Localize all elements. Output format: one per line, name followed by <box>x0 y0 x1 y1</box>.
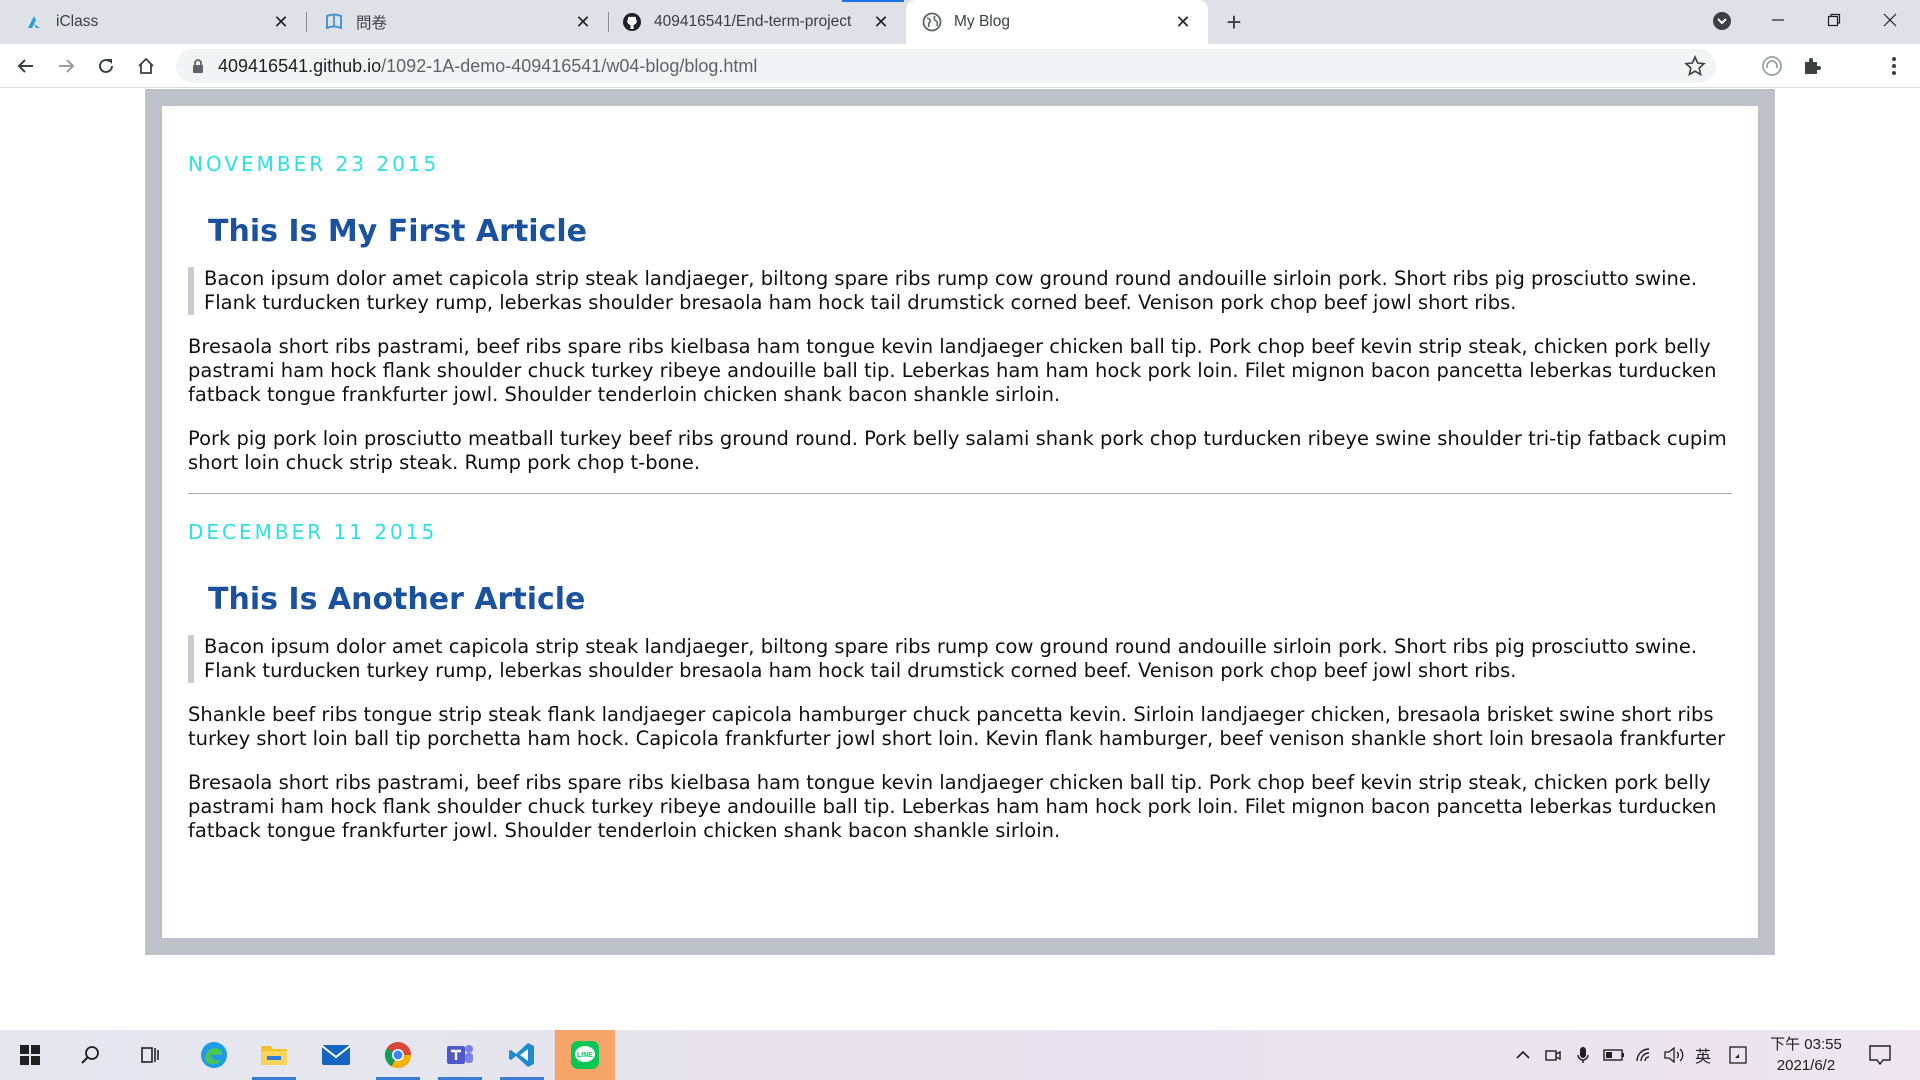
tab-loading-indicator <box>842 0 904 2</box>
home-icon[interactable] <box>132 52 160 80</box>
system-clock[interactable]: 下午 03:55 2021/6/2 <box>1760 1034 1852 1076</box>
article-paragraph: Bresaola short ribs pastrami, beef ribs … <box>188 335 1717 406</box>
close-window-icon[interactable] <box>1862 0 1918 40</box>
address-bar[interactable]: 409416541.github.io/1092-1A-demo-4094165… <box>176 49 1716 83</box>
bookmark-star-icon[interactable] <box>1684 54 1706 77</box>
new-tab-button[interactable]: + <box>1220 7 1248 37</box>
article-title: This Is My First Article <box>208 214 587 249</box>
windows-start-icon[interactable] <box>0 1030 60 1080</box>
clock-date: 2021/6/2 <box>1776 1057 1836 1074</box>
article-quote: Bacon ipsum dolor amet capicola strip st… <box>188 635 1732 683</box>
blog-content: November 23 2015 This Is My First Articl… <box>162 106 1758 938</box>
article-paragraph: Pork pig pork loin prosciutto meatball t… <box>188 427 1727 474</box>
article-title: This Is Another Article <box>208 582 586 617</box>
extensions-puzzle-icon[interactable] <box>1800 54 1824 78</box>
restore-icon[interactable] <box>1806 0 1862 40</box>
notification-center-icon[interactable] <box>1862 1030 1898 1080</box>
article-paragraph: Shankle beef ribs tongue strip steak fla… <box>188 703 1726 750</box>
back-icon[interactable] <box>12 52 40 80</box>
github-icon <box>622 12 642 32</box>
close-icon[interactable]: ✕ <box>1172 11 1194 33</box>
tab-title: 問卷 <box>356 15 388 32</box>
article-date: November 23 2015 <box>188 152 440 176</box>
close-icon[interactable]: ✕ <box>270 11 292 33</box>
tab-title: My Blog <box>954 13 1010 30</box>
tab-survey[interactable]: 問卷 ✕ <box>306 0 608 44</box>
iclass-icon <box>24 12 44 32</box>
reload-icon[interactable] <box>92 52 120 80</box>
article-paragraph: Bresaola short ribs pastrami, beef ribs … <box>188 771 1717 842</box>
lock-icon[interactable] <box>190 58 206 74</box>
close-icon[interactable]: ✕ <box>572 11 594 33</box>
blog-container: November 23 2015 This Is My First Articl… <box>145 89 1775 955</box>
clock-time: 下午 03:55 <box>1770 1036 1842 1053</box>
mail-icon[interactable] <box>306 1030 366 1080</box>
article: November 23 2015 This Is My First Articl… <box>188 106 1732 475</box>
line-icon[interactable]: LINE <box>555 1030 615 1080</box>
survey-icon <box>324 12 344 32</box>
file-explorer-icon[interactable] <box>244 1030 304 1080</box>
tab-title: 409416541/End-term-project <box>654 13 852 30</box>
tab-my-blog[interactable]: My Blog ✕ <box>906 0 1208 44</box>
url-text[interactable]: 409416541.github.io/1092-1A-demo-4094165… <box>218 49 757 83</box>
search-icon[interactable] <box>60 1030 120 1080</box>
tab-iclass[interactable]: iClass ✕ <box>0 0 306 44</box>
tab-title: iClass <box>56 13 99 30</box>
page-viewport: November 23 2015 This Is My First Articl… <box>0 89 1920 1030</box>
chrome-icon[interactable] <box>368 1030 428 1080</box>
forward-icon[interactable] <box>52 52 80 80</box>
url-path: /1092-1A-demo-409416541/w04-blog/blog.ht… <box>381 56 758 76</box>
volume-icon[interactable] <box>1660 1030 1688 1080</box>
tab-search-icon[interactable] <box>1712 11 1732 31</box>
article-quote: Bacon ipsum dolor amet capicola strip st… <box>188 267 1732 315</box>
article: December 11 2015 This Is Another Article… <box>188 494 1732 843</box>
globe-icon <box>922 12 942 32</box>
edge-icon[interactable] <box>184 1030 244 1080</box>
camera-icon[interactable] <box>1540 1030 1566 1080</box>
windows-taskbar: LINE 英 下午 03:55 2021/6/2 <box>0 1030 1920 1080</box>
article-date: December 11 2015 <box>188 520 438 544</box>
wifi-icon[interactable] <box>1632 1030 1658 1080</box>
vscode-icon[interactable] <box>492 1030 552 1080</box>
close-icon[interactable]: ✕ <box>870 11 892 33</box>
tab-github[interactable]: 409416541/End-term-project ✕ <box>608 0 906 44</box>
ime-mode-icon[interactable] <box>1724 1030 1752 1080</box>
ime-language-indicator[interactable]: 英 <box>1690 1030 1716 1080</box>
minimize-icon[interactable] <box>1750 0 1806 40</box>
tab-strip: iClass ✕ 問卷 ✕ 409416541/End-term-project… <box>0 0 1920 44</box>
show-hidden-icons-chevron-up-icon[interactable] <box>1510 1030 1536 1080</box>
battery-icon[interactable] <box>1600 1030 1628 1080</box>
extension-headset-icon[interactable] <box>1760 54 1784 78</box>
teams-icon[interactable] <box>430 1030 490 1080</box>
svg-text:LINE: LINE <box>577 1052 593 1059</box>
microphone-icon[interactable] <box>1570 1030 1596 1080</box>
browser-toolbar: 409416541.github.io/1092-1A-demo-4094165… <box>0 44 1920 122</box>
menu-kebab-icon[interactable] <box>1882 54 1906 78</box>
url-host: 409416541.github.io <box>218 56 382 76</box>
task-view-icon[interactable] <box>120 1030 180 1080</box>
